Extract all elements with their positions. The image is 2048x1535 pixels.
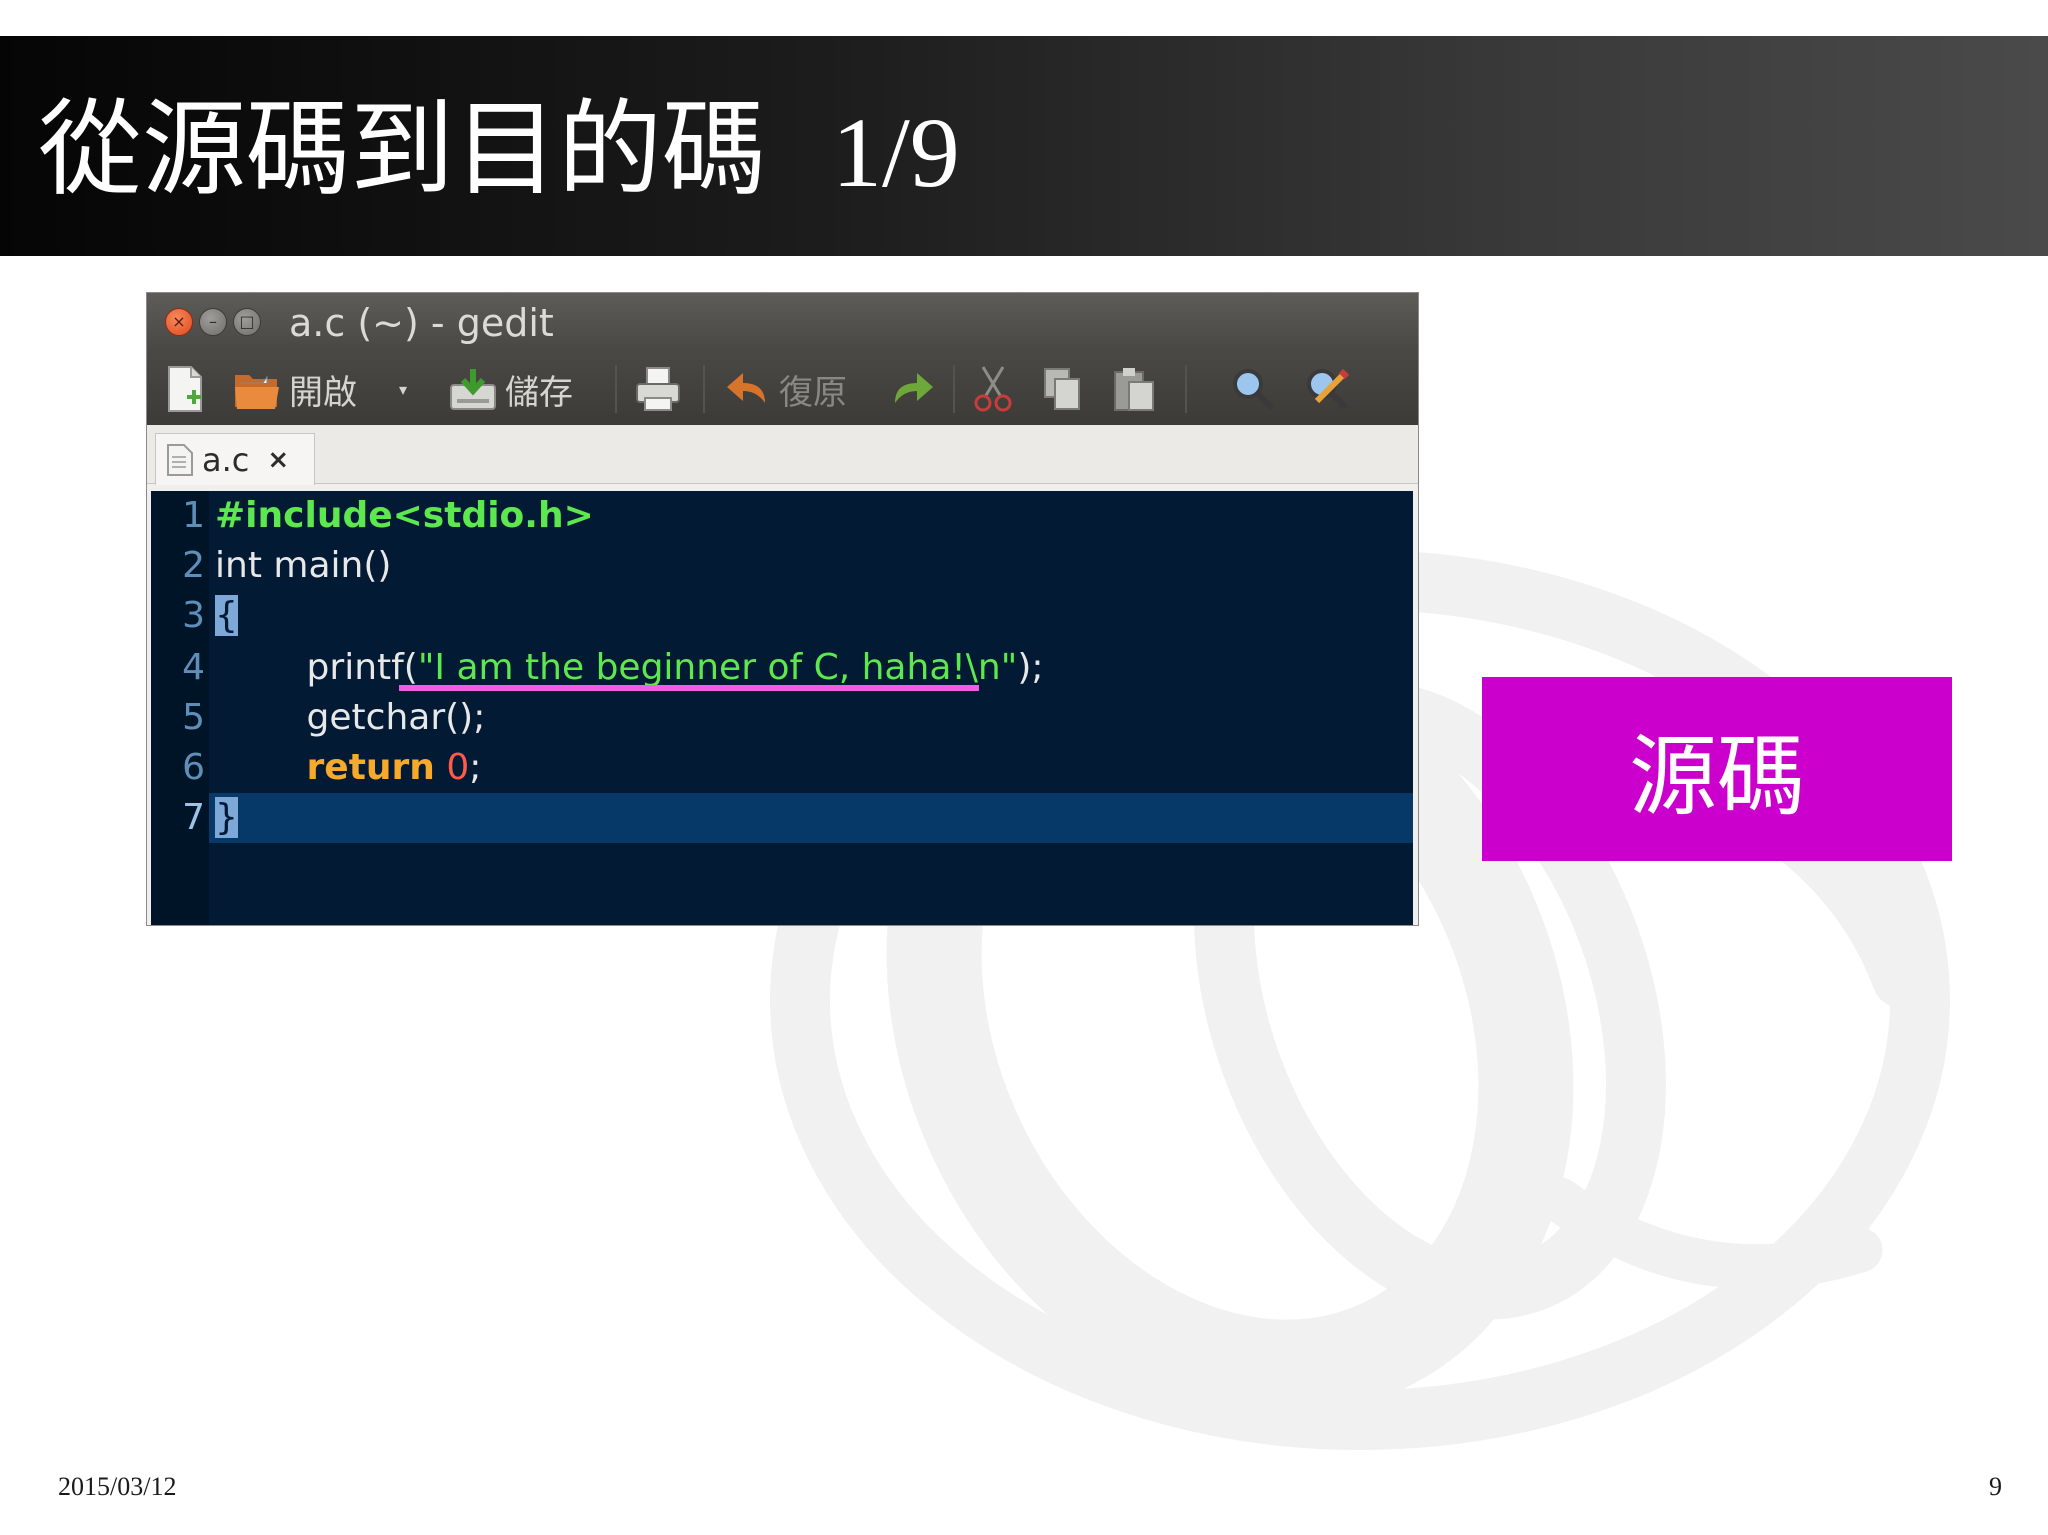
copy-icon [1044,368,1080,410]
code-line[interactable]: 7} [151,793,1413,843]
open-button[interactable]: 開啟 [233,353,357,425]
scissors-icon [974,366,1012,412]
code-token: return [306,747,435,788]
window-titlebar[interactable]: × – □ a.c (~) - gedit [147,293,1418,353]
close-icon[interactable]: × [165,308,193,336]
undo-button[interactable]: 復原 [725,353,847,425]
toolbar-separator [615,365,617,413]
code-text: int main() [215,541,391,591]
toolbar: 開啟 ▾ 儲存 復原 [147,353,1418,425]
code-text: return 0; [215,743,482,793]
code-editor[interactable]: 1 #include<stdio.h> 2 int main() 3{4 printf(… [151,491,1413,925]
code-line[interactable]: 3{ [151,591,1413,641]
code-token: 0 [446,747,470,788]
chevron-down-icon: ▾ [399,379,408,399]
source-code-label-box: 源碼 [1482,677,1952,861]
code-token: int main() [215,545,392,586]
code-line[interactable]: 2 int main() [151,541,1413,591]
code-line[interactable]: 1 #include<stdio.h> [151,491,1413,541]
code-line[interactable]: 6 return 0; [151,743,1413,793]
code-text: #include<stdio.h> [215,491,594,541]
paste-button[interactable] [1113,353,1155,425]
window-title: a.c (~) - gedit [289,301,554,345]
paste-icon [1114,368,1154,411]
folder-open-icon [235,375,279,409]
toolbar-separator [1185,365,1187,413]
line-number: 4 [182,647,205,688]
save-icon [450,369,496,410]
find-replace-icon [1307,368,1349,411]
code-text: { [215,591,238,641]
redo-button[interactable] [889,353,935,425]
save-label: 儲存 [505,372,573,413]
close-icon[interactable]: × [267,445,289,475]
save-button[interactable]: 儲存 [449,353,573,425]
source-code-label: 源碼 [1628,724,1805,828]
code-token: ); [1017,647,1044,688]
print-icon [636,367,680,411]
toolbar-separator [703,365,705,413]
code-text: } [215,793,238,843]
code-token: ; [469,747,482,788]
code-token: { [215,595,238,636]
line-number: 2 [182,545,205,586]
footer-page-number: 9 [1989,1472,2002,1501]
code-token: getchar(); [215,697,486,738]
print-button[interactable] [635,353,681,425]
slide: 從源碼到目的碼 1/9 × – □ a.c (~) - gedit 開啟 ▾ 儲… [0,0,2048,1535]
search-icon [1233,369,1275,411]
code-token: } [215,797,238,838]
code-token: <stdio.h> [392,495,594,536]
line-number: 3 [182,595,205,636]
code-line[interactable]: 5 getchar(); [151,693,1413,743]
text-file-icon [167,443,193,476]
code-token: "I am the beginner of C, haha!\n" [417,647,1018,688]
open-label: 開啟 [289,372,357,413]
minimize-icon[interactable]: – [199,308,227,336]
tab-label: a.c [202,440,250,479]
new-document-icon [168,366,202,412]
code-token: printf( [215,647,418,688]
slide-page-indicator: 1/9 [832,97,960,208]
tab-a-c[interactable]: a.c × [155,433,315,485]
line-number: 1 [182,495,205,536]
copy-button[interactable] [1043,353,1083,425]
slide-title: 從源碼到目的碼 [38,88,767,210]
line-number: 6 [182,747,205,788]
footer-date: 2015/03/12 [58,1472,177,1501]
find-replace-button[interactable] [1305,353,1349,425]
cut-button[interactable] [973,353,1013,425]
toolbar-separator [953,365,955,413]
maximize-icon[interactable]: □ [233,308,261,336]
line-number: 7 [182,797,205,838]
undo-label: 復原 [779,372,847,413]
undo-icon [727,373,765,403]
gedit-window: × – □ a.c (~) - gedit 開啟 ▾ 儲存 復原 a.c × 1… [146,292,1419,926]
tab-bar: a.c × [147,425,1418,485]
string-underline-annotation [399,685,979,691]
code-token: #include [215,495,393,536]
redo-icon [895,373,933,403]
new-button[interactable] [165,353,205,425]
open-dropdown[interactable]: ▾ [399,353,407,425]
line-number: 5 [182,697,205,738]
code-text: getchar(); [215,693,486,743]
find-button[interactable] [1231,353,1275,425]
